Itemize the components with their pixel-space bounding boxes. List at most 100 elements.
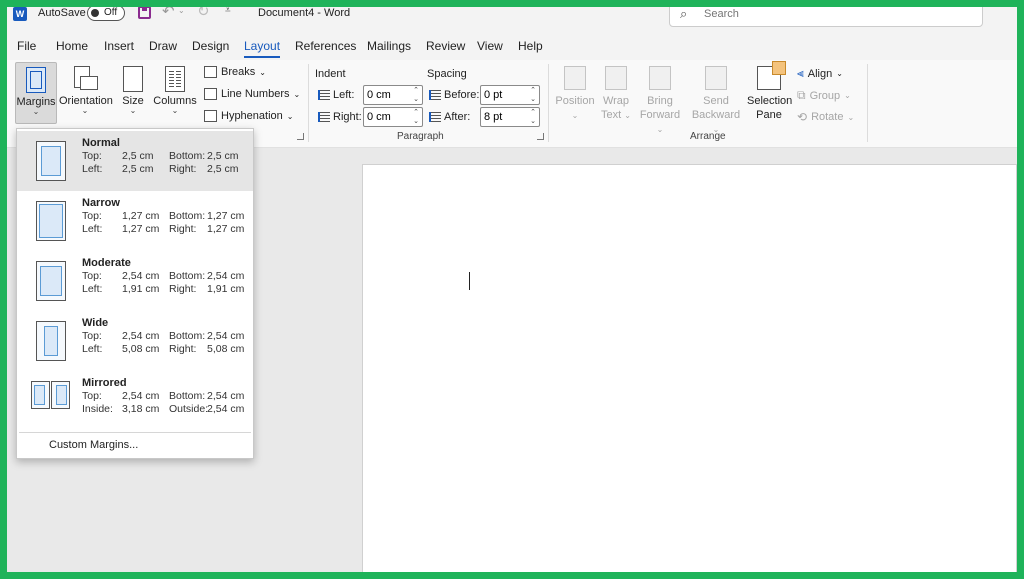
margin-option-narrow[interactable]: Narrow Top: 1,27 cm Bottom: 1,27 cm Left… — [17, 191, 253, 251]
autosave-toggle[interactable]: Off — [87, 5, 125, 21]
spinner-arrows-icon[interactable]: ⌃ ⌄ — [413, 108, 419, 126]
search-icon: ⌕ — [680, 6, 688, 21]
menu-bar: File Home Insert Draw Design Layout Refe… — [7, 30, 1017, 60]
search-input[interactable] — [704, 8, 964, 20]
custom-margins-item[interactable]: Custom Margins... — [49, 439, 138, 451]
chevron-down-icon: ⌄ — [81, 106, 89, 115]
send-backward-button[interactable]: Send Backward ⌄ — [687, 66, 745, 137]
group-button[interactable]: ⧉ Group ⌄ — [797, 88, 851, 103]
bring-forward-icon — [649, 66, 671, 90]
spinner-arrows-icon[interactable]: ⌃ ⌄ — [530, 108, 536, 126]
option-key: Right: — [169, 163, 197, 175]
option-key: Right: — [169, 283, 197, 295]
option-value: 2,5 cm — [207, 163, 239, 175]
send-backward-icon — [705, 66, 727, 90]
margins-button[interactable]: Margins ⌄ — [15, 62, 57, 124]
document-page[interactable] — [362, 164, 1017, 579]
breaks-button[interactable]: Breaks ⌄ — [204, 66, 266, 78]
tab-layout[interactable]: Layout — [244, 39, 281, 58]
tab-draw[interactable]: Draw — [149, 39, 177, 53]
option-value: 2,5 cm — [122, 163, 154, 175]
indent-right-spinner[interactable]: ⌃⌄ — [363, 107, 423, 127]
tab-references[interactable]: References — [295, 39, 356, 53]
wrap-text-button[interactable]: Wrap Text ⌄ — [599, 66, 633, 123]
line-numbers-button[interactable]: Line Numbers ⌄ — [204, 88, 300, 100]
selection-pane-button[interactable]: Selection Pane — [747, 61, 792, 122]
bring-forward-button[interactable]: Bring Forward ⌄ — [635, 66, 685, 137]
option-key: Left: — [82, 343, 103, 355]
chevron-down-icon: ⌄ — [624, 111, 631, 120]
columns-button[interactable]: Columns ⌄ — [152, 66, 198, 115]
tab-help[interactable]: Help — [518, 39, 543, 53]
spinner-arrows-icon[interactable]: ⌃ ⌄ — [530, 86, 536, 104]
hyphenation-icon — [204, 110, 217, 122]
indent-left-label: Left: — [333, 89, 355, 101]
position-button[interactable]: Position ⌄ — [555, 66, 595, 123]
title-bar: W AutoSave Off ↶ ⌄ ↻ ⩡ Document4 - Word … — [7, 0, 1017, 30]
tab-insert[interactable]: Insert — [104, 39, 134, 53]
spacing-header: Spacing — [427, 68, 467, 80]
size-icon — [123, 66, 143, 92]
margin-option-wide[interactable]: Wide Top: 2,54 cm Bottom: 2,54 cm Left: … — [17, 311, 253, 371]
option-key: Bottom: — [169, 390, 206, 402]
undo-icon[interactable]: ↶ — [162, 2, 175, 20]
line-numbers-label: Line Numbers — [221, 88, 290, 100]
margin-option-mirrored[interactable]: Mirrored Top: 2,54 cm Bottom: 2,54 cm In… — [17, 371, 253, 431]
size-button[interactable]: Size ⌄ — [119, 66, 147, 115]
option-key: Top: — [82, 390, 102, 402]
divider — [308, 64, 309, 142]
paragraph-launcher-icon[interactable] — [537, 133, 544, 140]
tab-review[interactable]: Review — [426, 39, 465, 53]
position-label: Position — [555, 95, 595, 107]
spacing-before-icon — [429, 90, 441, 100]
divider — [548, 64, 549, 142]
option-value: 2,54 cm — [122, 330, 160, 342]
indent-left-icon — [318, 90, 330, 100]
hyphenation-label: Hyphenation — [221, 110, 283, 122]
customize-qat-icon[interactable]: ⩡ — [225, 5, 231, 16]
option-key: Left: — [82, 223, 103, 235]
tab-mailings[interactable]: Mailings — [367, 39, 411, 53]
option-value: 2,5 cm — [207, 150, 239, 162]
spacing-before-spinner[interactable]: ⌃⌄ — [480, 85, 540, 105]
redo-icon[interactable]: ↻ — [197, 2, 210, 20]
tab-file[interactable]: File — [17, 39, 36, 53]
option-key: Left: — [82, 163, 103, 175]
spinner-arrows-icon[interactable]: ⌃ ⌄ — [413, 86, 419, 104]
indent-left-spinner[interactable]: ⌃⌄ — [363, 85, 423, 105]
option-value: 2,54 cm — [122, 270, 160, 282]
tab-view[interactable]: View — [477, 39, 503, 53]
selection-pane-label-2: Pane — [756, 109, 782, 121]
option-key: Top: — [82, 270, 102, 282]
option-value: 1,27 cm — [122, 223, 160, 235]
orientation-button[interactable]: Orientation ⌄ — [59, 66, 113, 115]
divider — [867, 64, 868, 142]
undo-dropdown-icon[interactable]: ⌄ — [178, 6, 185, 15]
spacing-after-spinner[interactable]: ⌃⌄ — [480, 107, 540, 127]
option-name: Mirrored — [82, 377, 127, 389]
hyphenation-button[interactable]: Hyphenation ⌄ — [204, 110, 293, 122]
option-key: Right: — [169, 223, 197, 235]
search-box[interactable]: ⌕ — [669, 3, 983, 27]
align-button[interactable]: ⫷ Align ⌄ — [797, 66, 843, 81]
option-key: Top: — [82, 210, 102, 222]
tab-home[interactable]: Home — [56, 39, 88, 53]
rotate-button[interactable]: ⟲ Rotate ⌄ — [797, 110, 854, 124]
margin-option-moderate[interactable]: Moderate Top: 2,54 cm Bottom: 2,54 cm Le… — [17, 251, 253, 311]
spacing-after-input[interactable] — [481, 108, 525, 126]
option-name: Moderate — [82, 257, 131, 269]
option-value: 2,54 cm — [207, 270, 245, 282]
chevron-down-icon: ⌄ — [286, 111, 294, 121]
rotate-label: Rotate — [811, 111, 844, 123]
breaks-label: Breaks — [221, 66, 256, 78]
indent-right-input[interactable] — [364, 108, 408, 126]
indent-header: Indent — [315, 68, 346, 80]
spacing-before-input[interactable] — [481, 86, 525, 104]
margin-option-normal[interactable]: Normal Top: 2,5 cm Bottom: 2,5 cm Left: … — [17, 131, 253, 191]
save-icon[interactable] — [138, 6, 151, 19]
tab-design[interactable]: Design — [192, 39, 229, 53]
columns-icon — [165, 66, 185, 92]
indent-left-input[interactable] — [364, 86, 408, 104]
page-setup-launcher-icon[interactable] — [297, 133, 304, 140]
chevron-down-icon: ⌄ — [32, 107, 40, 116]
